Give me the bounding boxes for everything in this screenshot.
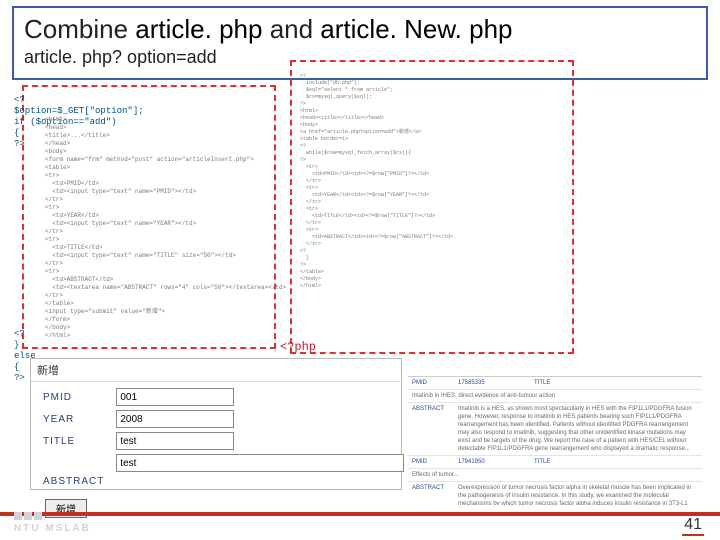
title-filename-a: article. php [135, 14, 262, 44]
footer-rule [0, 512, 720, 516]
php-open-tag-label: <?php [280, 340, 316, 354]
slide-title: Combine article. php and article. New. p… [24, 14, 696, 45]
listing-row-pmid-2: PMID 17941950 TITLE [408, 456, 702, 469]
input-year[interactable] [116, 410, 234, 428]
listing-value-pmid: 17585335 [458, 379, 528, 387]
title-text-mid: and [262, 14, 320, 44]
form-row-title: TITLE [37, 430, 410, 452]
listing-value-title-2: Effects of tumor... [412, 471, 459, 479]
logo-square-icon [34, 512, 42, 520]
listing-label-title-2: TITLE [534, 458, 574, 466]
input-pmid[interactable] [116, 388, 234, 406]
listing-label-abstract: ABSTRACT [412, 405, 452, 453]
listing-label-pmid-2: PMID [412, 458, 452, 466]
logo-square-icon [24, 512, 32, 520]
listing-row-title-2: Effects of tumor... [408, 469, 702, 482]
slide: Combine article. php and article. New. p… [0, 0, 720, 540]
input-title[interactable] [116, 432, 234, 450]
listing-preview-panel: PMID 17585335 TITLE Imatinib in IHES: di… [408, 376, 702, 505]
listing-row-pmid: PMID 17585335 TITLE [408, 377, 702, 390]
footer-logo: NTU MSLAB [14, 512, 91, 534]
listing-value-title: Imatinib in IHES: direct evidence of ant… [412, 392, 555, 400]
listing-row-abstract: ABSTRACT Imatinib is a HES, as shown mos… [408, 403, 702, 456]
code-form-html: <html> <head> <title>...</title> </head>… [45, 116, 286, 340]
title-text-pre: Combine [24, 14, 135, 44]
listing-label-title: TITLE [534, 379, 574, 387]
listing-label-abstract-2: ABSTRACT [412, 484, 452, 505]
listing-label-pmid: PMID [412, 379, 452, 387]
label-year: YEAR [37, 408, 110, 430]
input-abstract[interactable] [116, 454, 404, 472]
listing-row-title: Imatinib in IHES: direct evidence of ant… [408, 390, 702, 403]
form-preview-table: PMID YEAR TITLE ABSTRACT [37, 386, 410, 489]
form-row-abstract-value [37, 452, 410, 474]
listing-value-pmid-2: 17941950 [458, 458, 528, 466]
page-number: 41 [682, 516, 704, 536]
form-preview-panel: 新增 PMID YEAR TITLE ABSTRACT 新增 [30, 358, 402, 490]
logo-text: NTU MSLAB [14, 523, 91, 534]
listing-value-abstract: Imatinib is a HES, as shown most spectac… [458, 405, 698, 453]
logo-square-icon [14, 512, 22, 520]
label-abstract: ABSTRACT [37, 474, 110, 489]
code-listing-html: <? include("db.php"); $sql="select * fro… [300, 73, 453, 290]
label-title: TITLE [37, 430, 110, 452]
form-row-abstract-label: ABSTRACT [37, 474, 410, 489]
title-filename-b: article. New. php [320, 14, 512, 44]
form-row-year: YEAR [37, 408, 410, 430]
form-preview-header: 新增 [31, 359, 401, 382]
listing-row-abstract-2: ABSTRACT Overexpression of tumor necrosi… [408, 482, 702, 505]
form-row-pmid: PMID [37, 386, 410, 408]
listing-value-abstract-2: Overexpression of tumor necrosis factor … [458, 484, 698, 505]
label-pmid: PMID [37, 386, 110, 408]
